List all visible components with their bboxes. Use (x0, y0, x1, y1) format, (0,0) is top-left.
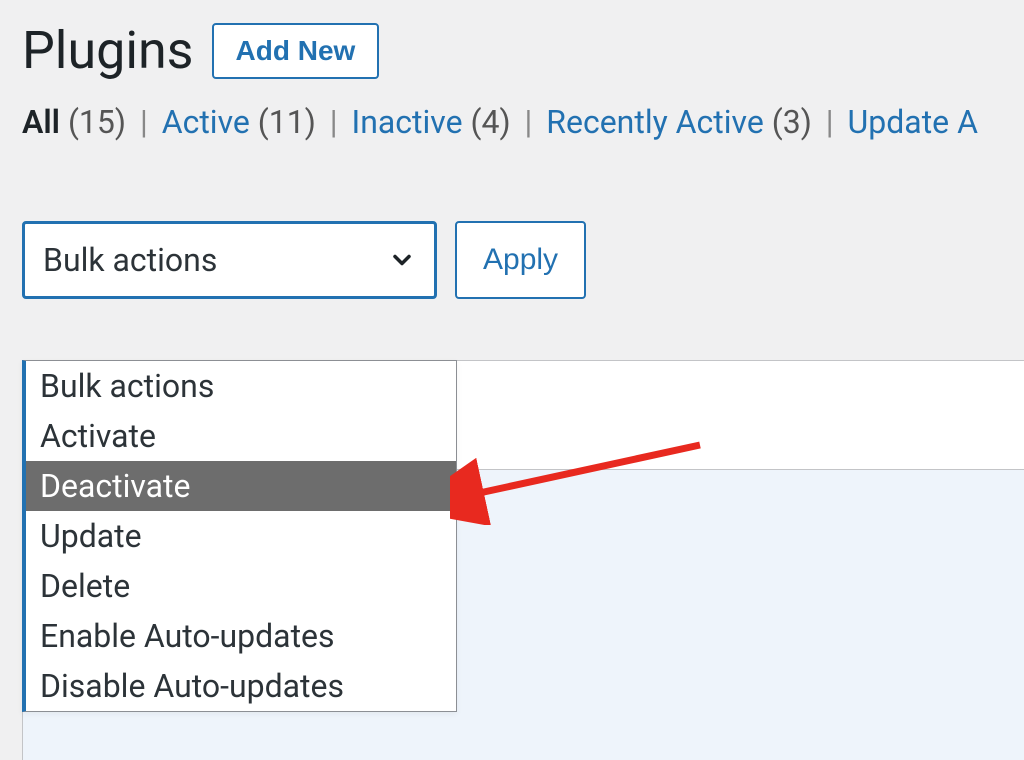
bulk-option-bulk-actions[interactable]: Bulk actions (26, 361, 456, 411)
bulk-option-delete[interactable]: Delete (26, 561, 456, 611)
bulk-actions-row: Bulk actions Apply (0, 171, 1024, 309)
bulk-actions-selected-label: Bulk actions (43, 241, 217, 279)
bulk-option-enable-auto-updates[interactable]: Enable Auto-updates (26, 611, 456, 661)
page-title: Plugins (22, 20, 194, 81)
filter-recently-active-count: (3) (772, 103, 812, 141)
bulk-option-deactivate[interactable]: Deactivate (26, 461, 456, 511)
bulk-option-update[interactable]: Update (26, 511, 456, 561)
filter-recently-active-label: Recently Active (546, 103, 764, 141)
filter-active[interactable]: Active (162, 103, 258, 141)
filter-separator: | (525, 103, 541, 141)
filter-all-count: (15) (68, 103, 126, 141)
bulk-actions-select[interactable]: Bulk actions (22, 221, 437, 299)
add-new-button[interactable]: Add New (212, 23, 380, 79)
filter-update-label: Update A (848, 103, 978, 141)
bulk-actions-dropdown: Bulk actions Activate Deactivate Update … (22, 360, 457, 712)
chevron-down-icon (388, 246, 416, 274)
filter-separator: | (826, 103, 842, 141)
filter-active-label: Active (162, 103, 250, 141)
apply-button[interactable]: Apply (455, 221, 586, 299)
filter-recently-active[interactable]: Recently Active (546, 103, 771, 141)
filter-inactive[interactable]: Inactive (352, 103, 471, 141)
filter-all-label: All (22, 103, 60, 141)
filter-active-count: (11) (258, 103, 316, 141)
page-header: Plugins Add New (0, 0, 1024, 91)
filter-inactive-count: (4) (471, 103, 511, 141)
filter-all[interactable]: All (22, 103, 68, 141)
filter-separator: | (140, 103, 156, 141)
filter-separator: | (330, 103, 346, 141)
bulk-option-activate[interactable]: Activate (26, 411, 456, 461)
plugin-filter-row: All (15) | Active (11) | Inactive (4) | … (0, 91, 1024, 171)
bulk-option-disable-auto-updates[interactable]: Disable Auto-updates (26, 661, 456, 711)
filter-inactive-label: Inactive (352, 103, 463, 141)
filter-update-available[interactable]: Update A (848, 103, 978, 141)
